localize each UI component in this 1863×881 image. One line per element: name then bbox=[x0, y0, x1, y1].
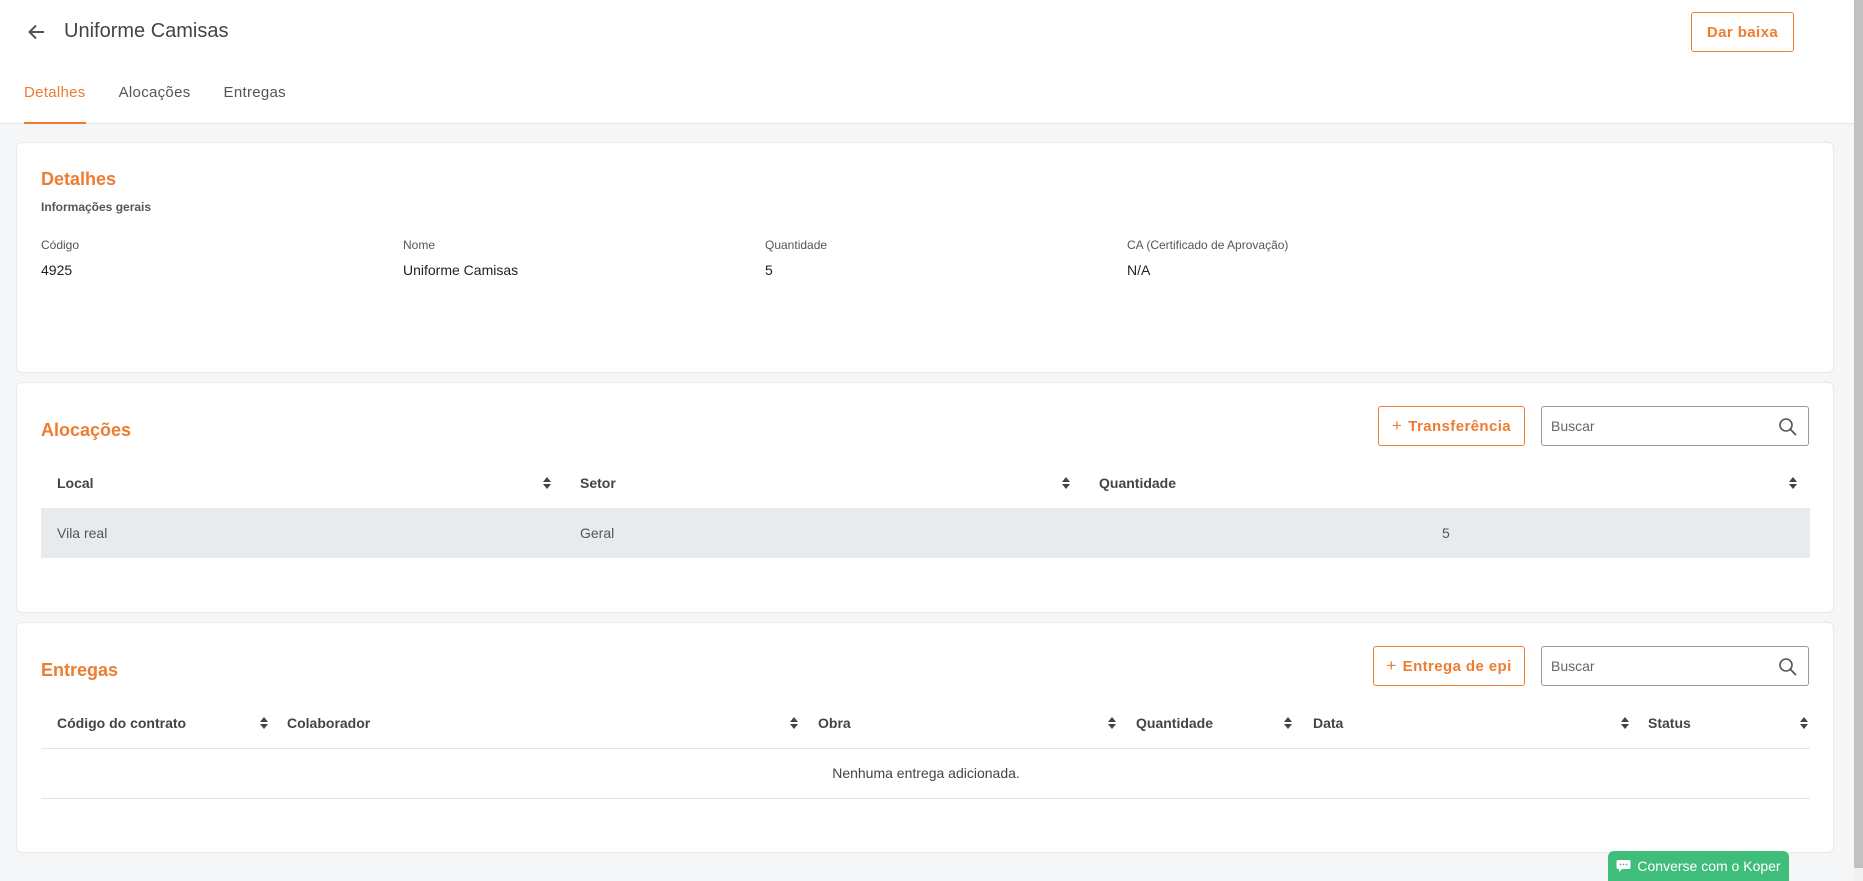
deliveries-title: Entregas bbox=[41, 660, 119, 680]
entrega-de-epi-button[interactable]: + Entrega de epi bbox=[1373, 646, 1525, 686]
field-label-codigo: Código bbox=[41, 238, 80, 252]
search-icon[interactable] bbox=[1778, 657, 1798, 677]
column-header-status[interactable]: Status bbox=[1648, 715, 1691, 731]
column-header-quantidade[interactable]: Quantidade bbox=[1136, 715, 1213, 731]
transferencia-button-label: Transferência bbox=[1408, 417, 1512, 435]
allocations-search bbox=[1541, 406, 1809, 446]
transferencia-button[interactable]: + Transferência bbox=[1378, 406, 1525, 446]
sort-icon[interactable] bbox=[1283, 716, 1293, 730]
deliveries-card: Entregas + Entrega de epi Código do cont… bbox=[16, 622, 1834, 853]
page-header: Uniforme Camisas Dar baixa Detalhes Aloc… bbox=[0, 0, 1854, 124]
tab-alocacoes[interactable]: Alocações bbox=[119, 84, 191, 124]
chat-widget-label: Converse com o Koper bbox=[1637, 858, 1781, 874]
details-subtitle: Informações gerais bbox=[41, 200, 152, 214]
column-header-quantidade[interactable]: Quantidade bbox=[1099, 475, 1176, 491]
column-header-obra[interactable]: Obra bbox=[818, 715, 851, 731]
tab-entregas[interactable]: Entregas bbox=[224, 84, 286, 124]
sort-icon[interactable] bbox=[542, 476, 552, 490]
sort-icon[interactable] bbox=[1061, 476, 1071, 490]
plus-icon: + bbox=[1386, 656, 1397, 675]
chat-widget-button[interactable]: Converse com o Koper bbox=[1608, 851, 1789, 881]
empty-state-message: Nenhuma entrega adicionada. bbox=[832, 765, 1020, 781]
entrega-de-epi-button-label: Entrega de epi bbox=[1402, 657, 1512, 675]
back-button[interactable] bbox=[24, 20, 48, 44]
column-header-colaborador[interactable]: Colaborador bbox=[287, 715, 370, 731]
table-divider bbox=[41, 748, 1810, 749]
chat-bubble-icon bbox=[1616, 860, 1631, 872]
column-header-local[interactable]: Local bbox=[57, 475, 94, 491]
cell-local: Vila real bbox=[57, 525, 108, 541]
field-value-ca: N/A bbox=[1127, 262, 1151, 278]
field-value-nome: Uniforme Camisas bbox=[403, 262, 519, 278]
allocations-card: Alocações + Transferência Local Setor Qu… bbox=[16, 382, 1834, 613]
cell-quantidade: 5 bbox=[1442, 525, 1450, 541]
sort-icon[interactable] bbox=[1788, 476, 1798, 490]
table-row[interactable] bbox=[41, 508, 1810, 558]
cell-setor: Geral bbox=[580, 525, 615, 541]
scrollbar-thumb[interactable] bbox=[1854, 0, 1863, 868]
arrow-left-icon bbox=[28, 24, 44, 40]
field-value-quantidade: 5 bbox=[765, 262, 773, 278]
plus-icon: + bbox=[1391, 416, 1403, 435]
allocations-title: Alocações bbox=[41, 420, 132, 440]
search-icon[interactable] bbox=[1778, 417, 1798, 437]
sort-icon[interactable] bbox=[259, 716, 269, 730]
column-header-data[interactable]: Data bbox=[1313, 715, 1343, 731]
field-value-codigo: 4925 bbox=[41, 262, 73, 278]
deliveries-search bbox=[1541, 646, 1809, 686]
allocations-search-input[interactable] bbox=[1542, 407, 1762, 445]
field-label-quantidade: Quantidade bbox=[765, 238, 828, 252]
sort-icon[interactable] bbox=[1620, 716, 1630, 730]
details-card: Detalhes Informações gerais Código 4925 … bbox=[16, 142, 1834, 373]
details-title: Detalhes bbox=[41, 169, 117, 189]
vertical-scrollbar[interactable] bbox=[1854, 0, 1863, 881]
sort-icon[interactable] bbox=[1107, 716, 1117, 730]
column-header-setor[interactable]: Setor bbox=[580, 475, 616, 491]
page-title: Uniforme Camisas bbox=[64, 20, 229, 42]
table-divider bbox=[41, 798, 1810, 799]
sort-icon[interactable] bbox=[1799, 716, 1809, 730]
sort-icon[interactable] bbox=[789, 716, 799, 730]
field-label-ca: CA (Certificado de Aprovação) bbox=[1127, 238, 1289, 252]
field-label-nome: Nome bbox=[403, 238, 436, 252]
column-header-codigo-contrato[interactable]: Código do contrato bbox=[57, 715, 186, 731]
tab-bar: Detalhes Alocações Entregas bbox=[24, 84, 319, 124]
dar-baixa-button[interactable]: Dar baixa bbox=[1691, 12, 1794, 52]
deliveries-search-input[interactable] bbox=[1542, 647, 1762, 685]
tab-detalhes[interactable]: Detalhes bbox=[24, 84, 86, 124]
